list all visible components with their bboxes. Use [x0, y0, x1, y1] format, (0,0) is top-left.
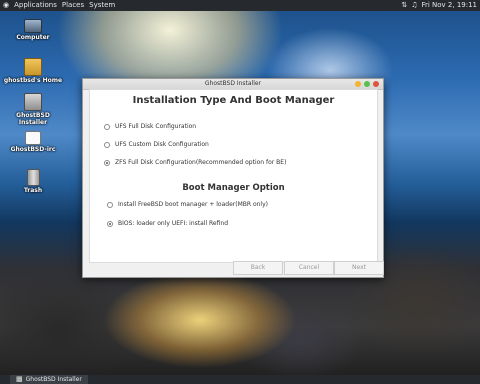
clock[interactable]: Fri Nov 2, 19:11	[421, 0, 477, 11]
maximize-button[interactable]	[364, 81, 370, 87]
desktop-icon-installer[interactable]: GhostBSD Installer	[3, 93, 63, 126]
desktop-icon-label: ghostbsd's Home	[3, 77, 63, 84]
radio-button-selected[interactable]	[107, 220, 113, 227]
option-label: UFS Custom Disk Configuration	[115, 141, 209, 148]
menu-applications[interactable]: Applications	[14, 0, 57, 11]
ghostbsd-logo-icon[interactable]: ◉	[3, 0, 9, 11]
radio-button[interactable]	[107, 201, 113, 208]
desktop-icon-label: GhostBSD Installer	[16, 112, 50, 126]
installer-content-panel: Installation Type And Boot Manager UFS F…	[89, 89, 378, 263]
irc-chat-icon	[25, 131, 41, 145]
radio-button-selected[interactable]	[104, 159, 110, 166]
desktop-icon-label: GhostBSD-irc	[10, 146, 56, 153]
desktop-icon-irc[interactable]: GhostBSD-irc	[3, 131, 63, 153]
option-label: UFS Full Disk Configuration	[115, 123, 197, 130]
home-folder-icon	[24, 58, 42, 76]
network-icon[interactable]: ⇅	[401, 0, 407, 11]
option-zfs-full[interactable]: ZFS Full Disk Configuration(Recommended …	[104, 159, 286, 166]
back-button[interactable]: Back	[233, 261, 283, 275]
close-button[interactable]	[373, 81, 379, 87]
menu-places[interactable]: Places	[62, 0, 84, 11]
computer-icon	[24, 19, 42, 33]
option-label: ZFS Full Disk Configuration(Recommended …	[115, 159, 287, 166]
window-title: GhostBSD Installer	[204, 80, 262, 87]
minimize-button[interactable]	[355, 81, 361, 87]
desktop-icon-label: Trash	[23, 187, 43, 194]
installer-icon: ▩	[16, 375, 23, 383]
installer-window: GhostBSD Installer Installation Type And…	[82, 78, 384, 278]
taskbar-item-label: GhostBSD Installer	[25, 376, 82, 383]
trash-icon	[26, 169, 40, 186]
option-label: BIOS: loader only UEFI: install Refind	[118, 220, 229, 227]
desktop-icon-trash[interactable]: Trash	[3, 169, 63, 194]
top-panel: ◉ Applications Places System ⇅ ♫ Fri Nov…	[0, 0, 480, 11]
menu-system[interactable]: System	[89, 0, 115, 11]
page-title: Installation Type And Boot Manager	[132, 95, 335, 106]
desktop-icon-label: Computer	[16, 34, 50, 41]
desktop-icon-home[interactable]: ghostbsd's Home	[3, 58, 63, 84]
radio-button[interactable]	[104, 123, 110, 130]
bottom-panel: ▩ GhostBSD Installer	[0, 375, 480, 384]
boot-manager-heading: Boot Manager Option	[182, 183, 285, 193]
next-button[interactable]: Next	[334, 261, 384, 275]
cancel-button[interactable]: Cancel	[284, 261, 334, 275]
option-freebsd-boot-manager[interactable]: Install FreeBSD boot manager + loader(MB…	[107, 201, 268, 208]
volume-icon[interactable]: ♫	[411, 0, 417, 11]
option-ufs-custom[interactable]: UFS Custom Disk Configuration	[104, 141, 209, 148]
installer-icon	[24, 93, 42, 111]
taskbar-item-installer[interactable]: ▩ GhostBSD Installer	[10, 375, 88, 384]
desktop-icon-computer[interactable]: Computer	[3, 16, 63, 41]
radio-button[interactable]	[104, 141, 110, 148]
option-label: Install FreeBSD boot manager + loader(MB…	[118, 201, 268, 208]
option-loader-only[interactable]: BIOS: loader only UEFI: install Refind	[107, 220, 228, 227]
option-ufs-full[interactable]: UFS Full Disk Configuration	[104, 123, 196, 130]
